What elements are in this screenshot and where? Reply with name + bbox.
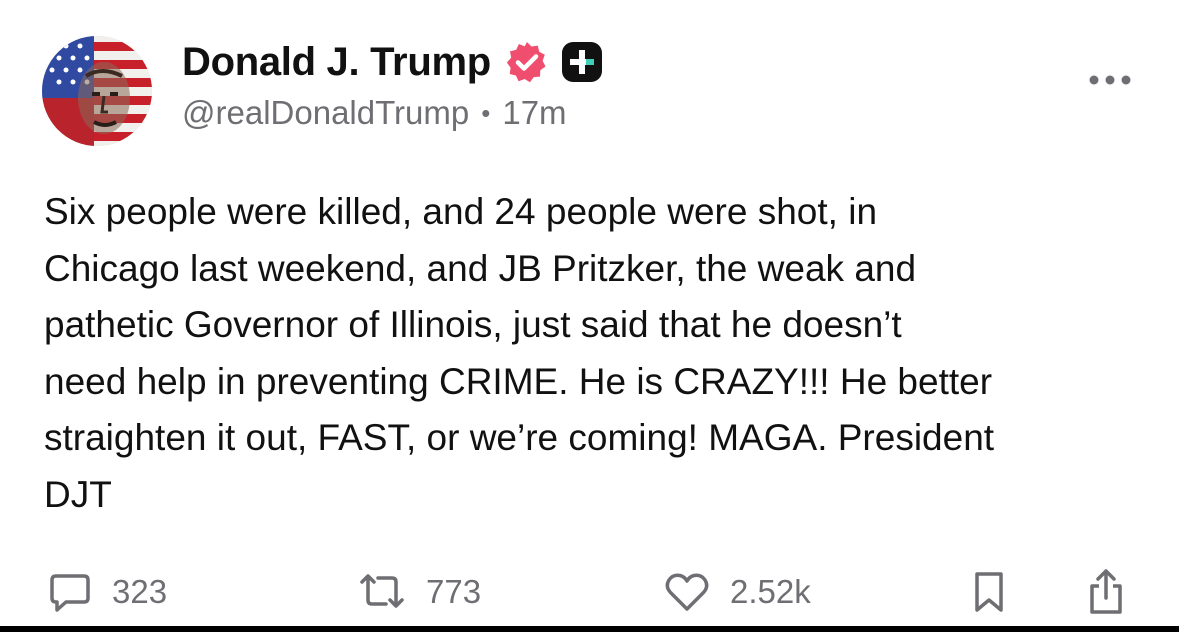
post-body-text: Six people were killed, and 24 people we…: [44, 191, 995, 515]
share-icon: [1090, 569, 1122, 614]
reply-count: 323: [112, 573, 168, 610]
retruth-arrows-icon: [360, 574, 404, 608]
author-avatar[interactable]: [42, 36, 152, 146]
author-name-row: Donald J. Trump: [182, 40, 603, 84]
author-meta-row: @realDonaldTrump • 17m: [182, 94, 567, 132]
reply-button[interactable]: 323: [48, 568, 167, 616]
more-horizontal-icon: [1089, 75, 1131, 85]
avatar-flag-portrait-icon: [42, 36, 152, 146]
bookmark-button[interactable]: [972, 568, 1006, 616]
bookmark-icon: [975, 572, 1003, 612]
post-action-bar: 323 773 2.52k: [0, 560, 1179, 620]
reply-bubble-icon: [50, 574, 90, 612]
share-button[interactable]: [1086, 568, 1126, 616]
post-timestamp[interactable]: 17m: [502, 94, 566, 132]
author-handle[interactable]: @realDonaldTrump: [182, 94, 469, 132]
post-card: Donald J. Trump @realDonaldTrump • 17m S…: [0, 0, 1179, 632]
more-options-button[interactable]: [1080, 60, 1140, 100]
truth-plus-badge-icon: [561, 41, 603, 83]
verified-badge-icon: [505, 40, 549, 84]
author-display-name[interactable]: Donald J. Trump: [182, 40, 491, 85]
like-button[interactable]: 2.52k: [664, 568, 811, 616]
bottom-divider: [0, 626, 1179, 632]
meta-separator: •: [481, 97, 491, 128]
retruth-count: 773: [426, 573, 482, 610]
heart-icon: [665, 573, 709, 611]
like-count: 2.52k: [730, 573, 811, 610]
retruth-button[interactable]: 773: [358, 568, 481, 616]
